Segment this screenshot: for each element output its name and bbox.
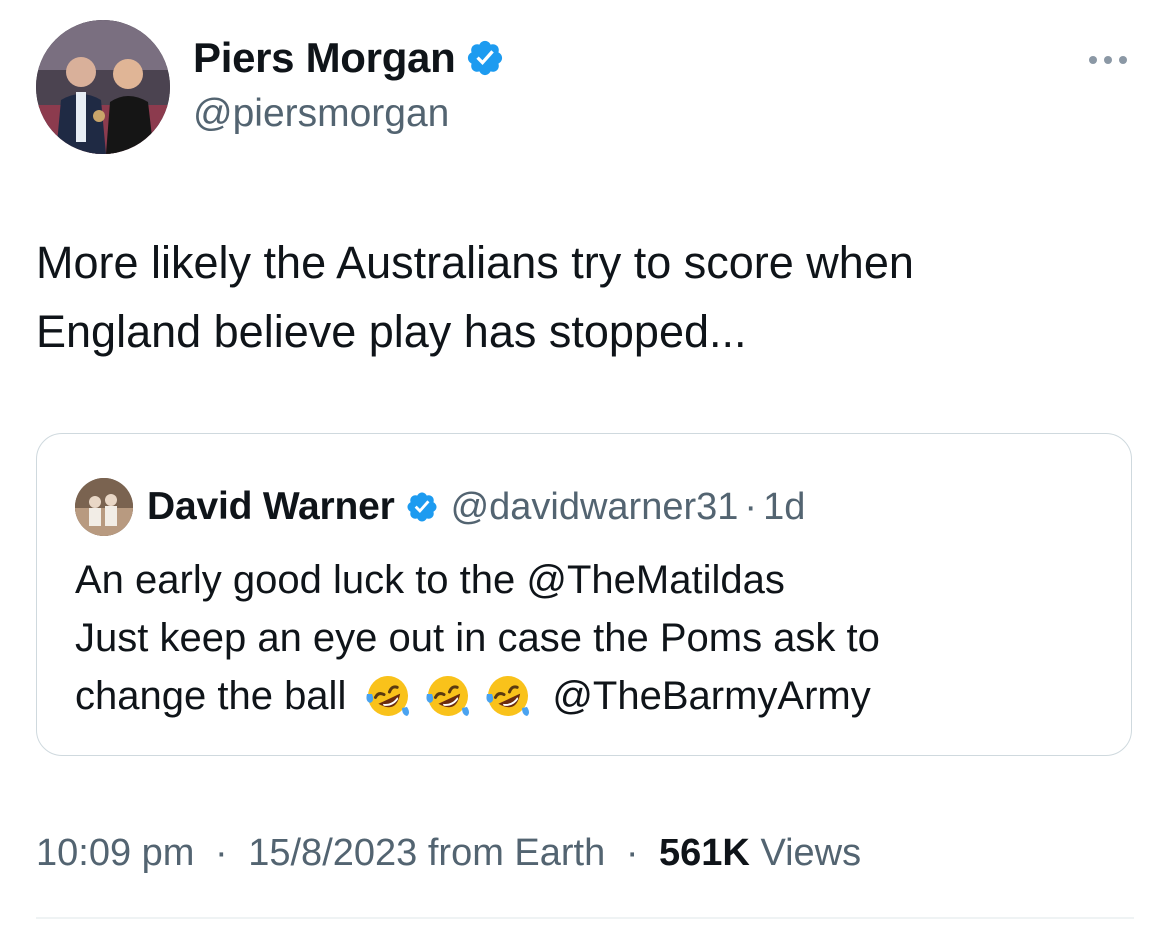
quoted-profile-photo bbox=[75, 478, 133, 536]
tweet-text-line: More likely the Australians try to score… bbox=[36, 237, 914, 288]
quoted-tweet-card[interactable]: David Warner @davidwarner31 · 1d An earl… bbox=[36, 433, 1132, 756]
author-name-row: Piers Morgan bbox=[193, 34, 505, 82]
tweet-text: More likely the Australians try to score… bbox=[36, 228, 1136, 366]
author-handle[interactable]: @piersmorgan bbox=[193, 92, 449, 136]
quoted-tweet-time[interactable]: 1d bbox=[763, 486, 805, 529]
tweet-time[interactable]: 10:09 pm bbox=[36, 832, 194, 874]
author-display-name[interactable]: Piers Morgan bbox=[193, 34, 456, 82]
views-count[interactable]: 561K bbox=[659, 832, 750, 874]
separator-dot: · bbox=[215, 832, 228, 874]
quoted-tweet-header: David Warner @davidwarner31 · 1d bbox=[75, 478, 805, 536]
quoted-tweet-text: An early good luck to the @TheMatildas J… bbox=[75, 551, 880, 725]
profile-photo bbox=[36, 20, 170, 154]
quoted-text-line: An early good luck to the @TheMatildas bbox=[75, 558, 785, 602]
quoted-author-name[interactable]: David Warner bbox=[147, 485, 395, 529]
verified-badge-icon bbox=[407, 492, 437, 522]
tweet-date[interactable]: 15/8/2023 bbox=[248, 832, 417, 874]
tweet-text-line: England believe play has stopped... bbox=[36, 306, 747, 357]
quoted-author-avatar[interactable] bbox=[75, 478, 133, 536]
separator-dot: · bbox=[744, 485, 758, 528]
author-avatar[interactable] bbox=[36, 20, 170, 154]
tweet-source: from Earth bbox=[427, 832, 606, 874]
more-dot bbox=[1119, 56, 1127, 64]
quoted-text-line: Just keep an eye out in case the Poms as… bbox=[75, 616, 880, 660]
rolling-on-the-floor-laughing-emoji bbox=[426, 676, 470, 716]
more-dot bbox=[1104, 56, 1112, 64]
verified-badge-icon bbox=[468, 40, 503, 76]
rolling-on-the-floor-laughing-emoji bbox=[486, 676, 530, 716]
barmy-army-mention[interactable]: @TheBarmyArmy bbox=[552, 667, 870, 725]
separator-dot: · bbox=[625, 832, 639, 874]
more-options-icon[interactable] bbox=[1086, 45, 1130, 75]
quoted-text-line-with-emoji: change the ball @TheBarmyArmy bbox=[75, 667, 880, 725]
more-dot bbox=[1089, 56, 1097, 64]
tweet-meta: 10:09 pm · 15/8/2023 from Earth · 561K V… bbox=[36, 832, 861, 875]
rolling-on-the-floor-laughing-emoji bbox=[366, 676, 410, 716]
divider bbox=[36, 917, 1134, 919]
views-label[interactable]: Views bbox=[760, 832, 861, 874]
quoted-author-handle[interactable]: @davidwarner31 bbox=[451, 486, 739, 529]
quoted-text-line: change the ball bbox=[75, 674, 347, 718]
